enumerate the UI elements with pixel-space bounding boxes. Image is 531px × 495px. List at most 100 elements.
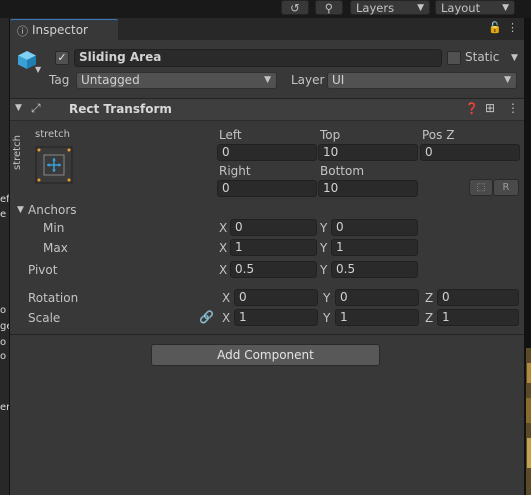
strip-text: e [0,209,7,220]
chevron-down-icon: ▼ [417,3,424,13]
x-axis-label: X [219,221,228,235]
chevron-down-icon[interactable]: ▼ [511,53,518,63]
y-axis-label: Y [320,221,328,235]
active-checkbox[interactable]: ✓ [55,51,69,65]
layout-label: Layout [441,1,481,15]
rect-transform-title: Rect Transform [69,102,172,116]
strip-text: ge [0,321,9,332]
y-axis-label: Y [320,263,328,277]
scene-view-edge [524,18,531,495]
top-label: Top [320,128,341,142]
rect-transform-header[interactable]: ▼ ⤢ Rect Transform ❓ ⊞ ⋮ [10,98,524,121]
static-checkbox[interactable] [447,51,461,65]
scale-x-field[interactable]: 1 [234,309,318,326]
chevron-down-icon: ▼ [264,75,271,85]
top-toolbar: ↺ ⚲ Layers ▼ Layout ▼ [0,0,531,18]
gameobject-name-field[interactable]: Sliding Area [74,49,442,67]
anchor-preset-side-label: stretch [12,135,23,170]
anchor-max-label: Max [43,241,68,255]
tab-inspector[interactable]: ⓘ Inspector [10,19,118,40]
anchor-min-x-field[interactable]: 0 [230,219,317,236]
x-axis-label: X [219,241,228,255]
y-axis-label: Y [320,241,328,255]
chevron-down-icon[interactable]: ▼ [35,65,41,74]
anchor-max-y-field[interactable]: 1 [331,239,418,256]
help-icon[interactable]: ❓ [465,102,479,115]
inspector-panel: ⓘ Inspector 🔓 ⋮ ▼ ✓ Sliding Area Static … [10,18,524,495]
strip-text: ef [0,194,9,205]
rotation-z-field[interactable]: 0 [437,289,519,306]
y-axis-label: Y [323,291,331,305]
chevron-down-icon: ▼ [502,3,509,13]
posz-field[interactable]: 0 [420,144,520,161]
chevron-down-icon[interactable]: ▼ [17,205,24,215]
inspector-tab-bar: ⓘ Inspector 🔓 ⋮ [10,18,524,40]
search-button[interactable]: ⚲ [315,0,343,15]
pivot-x-field[interactable]: 0.5 [230,261,317,278]
anchor-preset-top-label: stretch [35,129,70,140]
anchor-preset-button[interactable] [35,146,73,184]
blueprint-mode-button[interactable]: ⬚ [469,179,493,196]
x-axis-label: X [222,311,231,325]
layer-label: Layer [291,73,325,87]
add-component-button[interactable]: Add Component [151,344,380,366]
scale-z-field[interactable]: 1 [437,309,519,326]
z-axis-label: Z [425,291,434,305]
link-scale-icon[interactable]: 🔗 [199,310,214,324]
scale-y-field[interactable]: 1 [335,309,419,326]
anchors-label[interactable]: Anchors [28,203,77,217]
strip-text: o [0,337,7,348]
posz-label: Pos Z [422,128,455,142]
anchor-min-label: Min [43,221,65,235]
y-axis-label: Y [323,311,331,325]
kebab-menu-icon[interactable]: ⋮ [507,21,518,34]
divider [10,334,524,335]
chevron-down-icon: ▼ [504,75,511,85]
kebab-menu-icon[interactable]: ⋮ [507,101,519,115]
z-axis-label: Z [425,311,434,325]
chevron-down-icon[interactable]: ▼ [15,103,22,113]
lock-icon[interactable]: 🔓 [488,21,502,34]
strip-text: o [0,305,7,316]
rotation-x-field[interactable]: 0 [234,289,318,306]
history-icon: ↺ [290,1,300,15]
rect-transform-icon: ⤢ [31,101,41,115]
scale-label: Scale [28,311,61,325]
tag-value: Untagged [81,73,140,87]
right-label: Right [219,164,251,178]
x-axis-label: X [222,291,231,305]
layout-dropdown[interactable]: Layout ▼ [435,0,515,15]
anchor-max-x-field[interactable]: 1 [230,239,317,256]
right-field[interactable]: 0 [217,180,317,197]
scene-image-fragment [524,18,531,495]
anchor-min-y-field[interactable]: 0 [331,219,418,236]
tab-label: Inspector [32,23,88,37]
left-label: Left [219,128,242,142]
history-button[interactable]: ↺ [281,0,309,15]
preset-sliders-icon[interactable]: ⊞ [485,101,495,115]
static-label: Static [465,50,500,64]
left-field[interactable]: 0 [217,144,317,161]
info-icon: ⓘ [17,25,28,38]
rotation-y-field[interactable]: 0 [335,289,419,306]
tag-label: Tag [49,73,70,87]
bottom-label: Bottom [320,164,365,178]
strip-text: er [0,402,9,413]
layer-dropdown[interactable]: UI ▼ [327,72,517,89]
blueprint-icon: ⬚ [476,182,486,193]
layer-value: UI [332,73,345,87]
strip-text: o [0,351,7,362]
pivot-y-field[interactable]: 0.5 [331,261,418,278]
layers-label: Layers [356,1,395,15]
left-panel-strip: ef e o ge o o er [0,18,10,495]
top-field[interactable]: 10 [318,144,418,161]
tag-dropdown[interactable]: Untagged ▼ [76,72,277,89]
rotation-label: Rotation [28,291,79,305]
raw-edit-button[interactable]: R [493,179,519,196]
bottom-field[interactable]: 10 [318,180,418,197]
pivot-label: Pivot [28,263,58,277]
search-icon: ⚲ [324,1,334,15]
raw-label: R [502,182,510,193]
x-axis-label: X [219,263,228,277]
layers-dropdown[interactable]: Layers ▼ [350,0,430,15]
